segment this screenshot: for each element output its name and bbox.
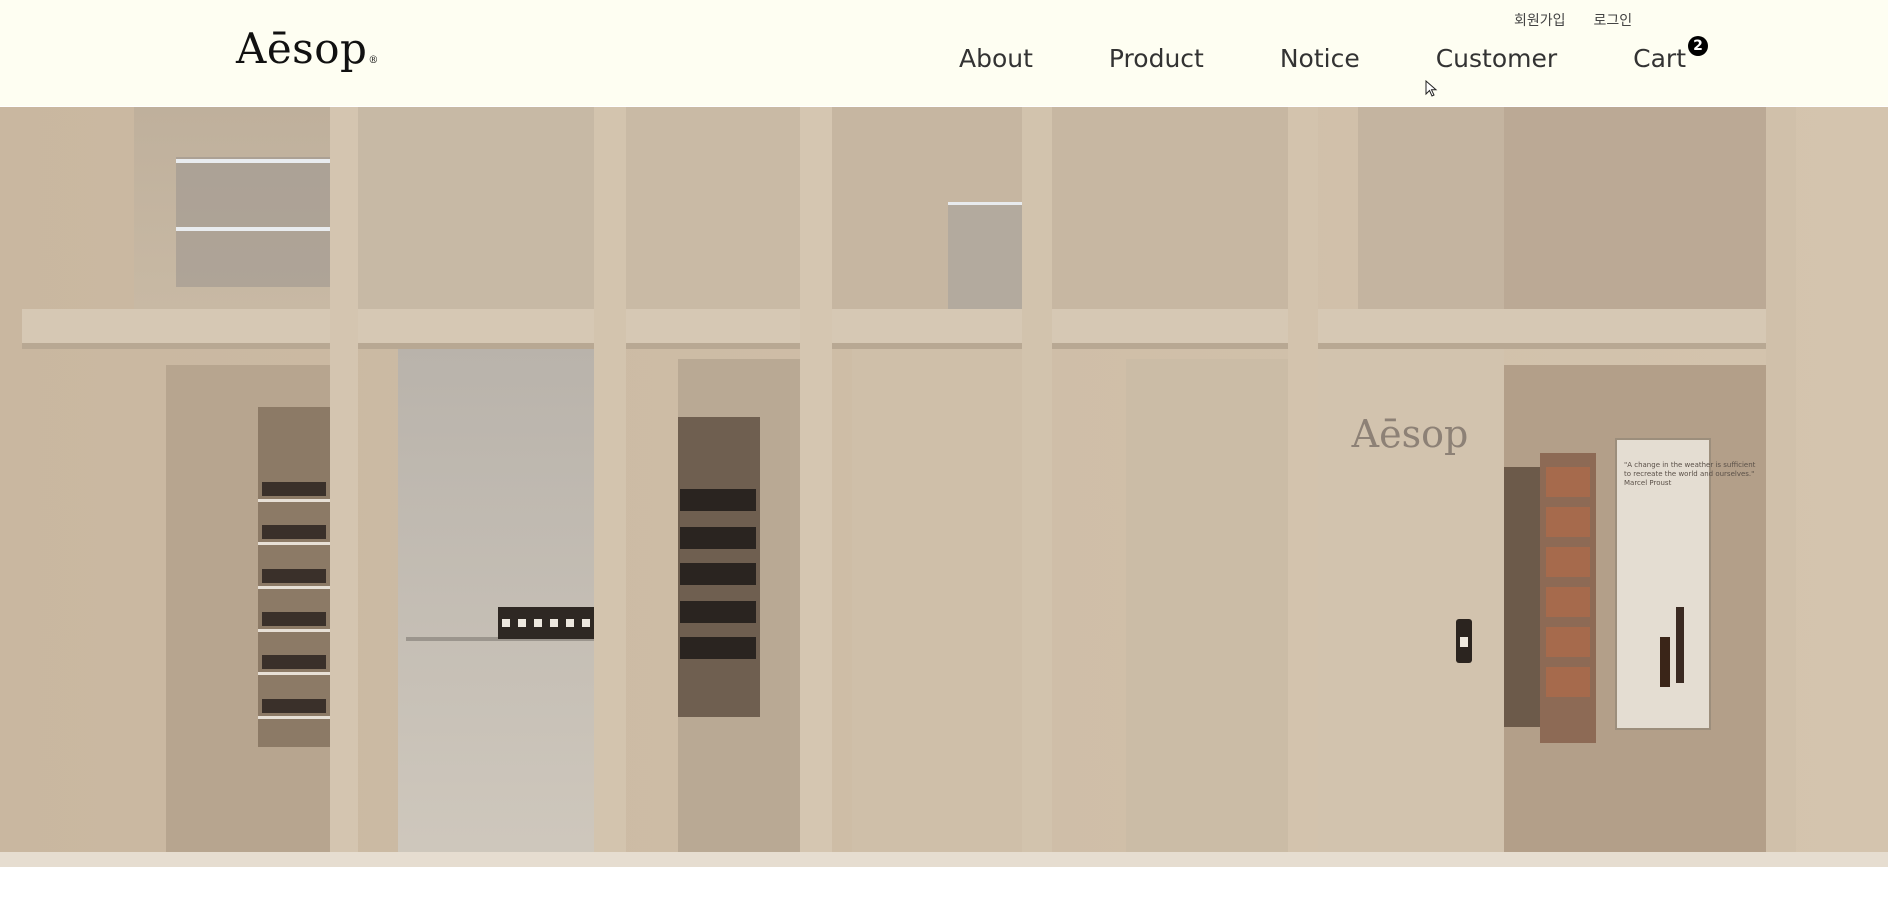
site-header: Aēsop® 회원가입 로그인 About Product Notice Cus… <box>0 0 1888 106</box>
cart-count-badge: 2 <box>1688 36 1709 56</box>
nav-cart[interactable]: Cart 2 <box>1633 36 1709 74</box>
brand-logo[interactable]: Aēsop® <box>236 24 379 73</box>
brand-name: Aēsop <box>236 24 368 73</box>
utility-nav: 회원가입 로그인 <box>1514 10 1632 30</box>
nav-cart-label: Cart <box>1633 44 1687 73</box>
main-nav: About Product Notice Customer Cart 2 <box>959 36 1709 74</box>
nav-customer[interactable]: Customer <box>1436 44 1557 74</box>
login-link[interactable]: 로그인 <box>1594 10 1633 30</box>
mouse-pointer-icon <box>1425 80 1438 97</box>
nav-about[interactable]: About <box>959 44 1033 74</box>
hero-store-image: Aēsop "A change in the weather is suffic… <box>0 107 1888 867</box>
registered-mark: ® <box>368 55 379 66</box>
wall-sign: Aēsop <box>1351 412 1469 456</box>
store-facade-illustration: Aēsop "A change in the weather is suffic… <box>0 107 1888 867</box>
nav-product[interactable]: Product <box>1109 44 1204 74</box>
nav-notice[interactable]: Notice <box>1280 44 1360 74</box>
signup-link[interactable]: 회원가입 <box>1514 10 1566 30</box>
